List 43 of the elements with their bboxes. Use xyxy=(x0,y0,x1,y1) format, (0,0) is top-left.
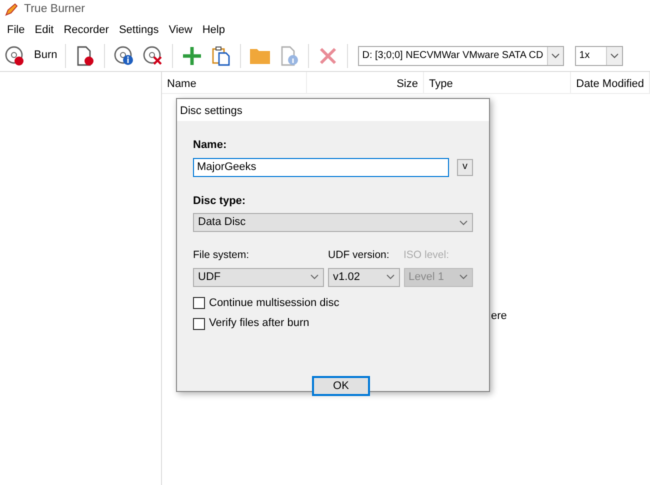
menu-item[interactable]: View xyxy=(164,20,198,40)
field-label: Name: xyxy=(193,138,228,153)
chevron-icon xyxy=(386,274,394,280)
field-label: Disc type: xyxy=(193,194,247,208)
field-label: ISO level: xyxy=(404,248,450,263)
disc-icon xyxy=(4,44,26,66)
clipboard-icon xyxy=(210,44,232,66)
dropdown-select[interactable]: v1.02 xyxy=(328,268,400,287)
chevron-icon xyxy=(458,274,468,280)
chevron-icon xyxy=(551,52,560,58)
ok-button[interactable]: OK xyxy=(312,376,370,396)
disc-info-icon xyxy=(113,44,136,66)
dropdown-select[interactable]: UDF xyxy=(193,268,324,287)
disc-delete-icon xyxy=(142,44,164,66)
pencil-icon xyxy=(4,3,18,17)
menu-item[interactable]: File xyxy=(2,20,30,40)
checkbox-label: Verify files after burn xyxy=(209,316,310,332)
dialog-title: Disc settings xyxy=(177,99,489,121)
checkbox[interactable] xyxy=(193,318,205,330)
history-button[interactable]: v xyxy=(457,158,473,176)
speed-select[interactable]: 1x xyxy=(575,46,624,66)
chevron-icon xyxy=(310,274,320,280)
column-header[interactable]: Type xyxy=(424,72,571,93)
menu-item[interactable]: Help xyxy=(197,20,230,40)
checkbox-label: Continue multisession disc xyxy=(209,296,340,311)
plus-icon xyxy=(181,44,204,66)
drive-select[interactable]: D: [3;0;0] NECVMWar VMware SATA CD xyxy=(358,46,564,66)
field-label: File system: xyxy=(193,248,250,263)
column-header[interactable]: Name xyxy=(162,72,307,93)
column-header[interactable]: Size xyxy=(307,72,424,93)
menu-item[interactable]: Edit xyxy=(30,20,59,40)
disc-type-select[interactable]: Data Disc xyxy=(193,213,473,232)
field-label: UDF version: xyxy=(328,248,390,263)
checkbox[interactable] xyxy=(193,297,205,309)
column-header[interactable]: Date Modified xyxy=(571,72,650,93)
burn-button[interactable]: Burn xyxy=(2,42,60,68)
chevron-icon xyxy=(459,220,468,226)
chevron-icon xyxy=(610,52,620,58)
name-field[interactable]: MajorGeeks xyxy=(193,158,449,176)
menu-item[interactable]: Recorder xyxy=(58,20,114,40)
list-hint-text: ere xyxy=(491,310,507,322)
window-title: True Burner xyxy=(24,2,85,18)
menu-item[interactable]: Settings xyxy=(114,20,164,40)
